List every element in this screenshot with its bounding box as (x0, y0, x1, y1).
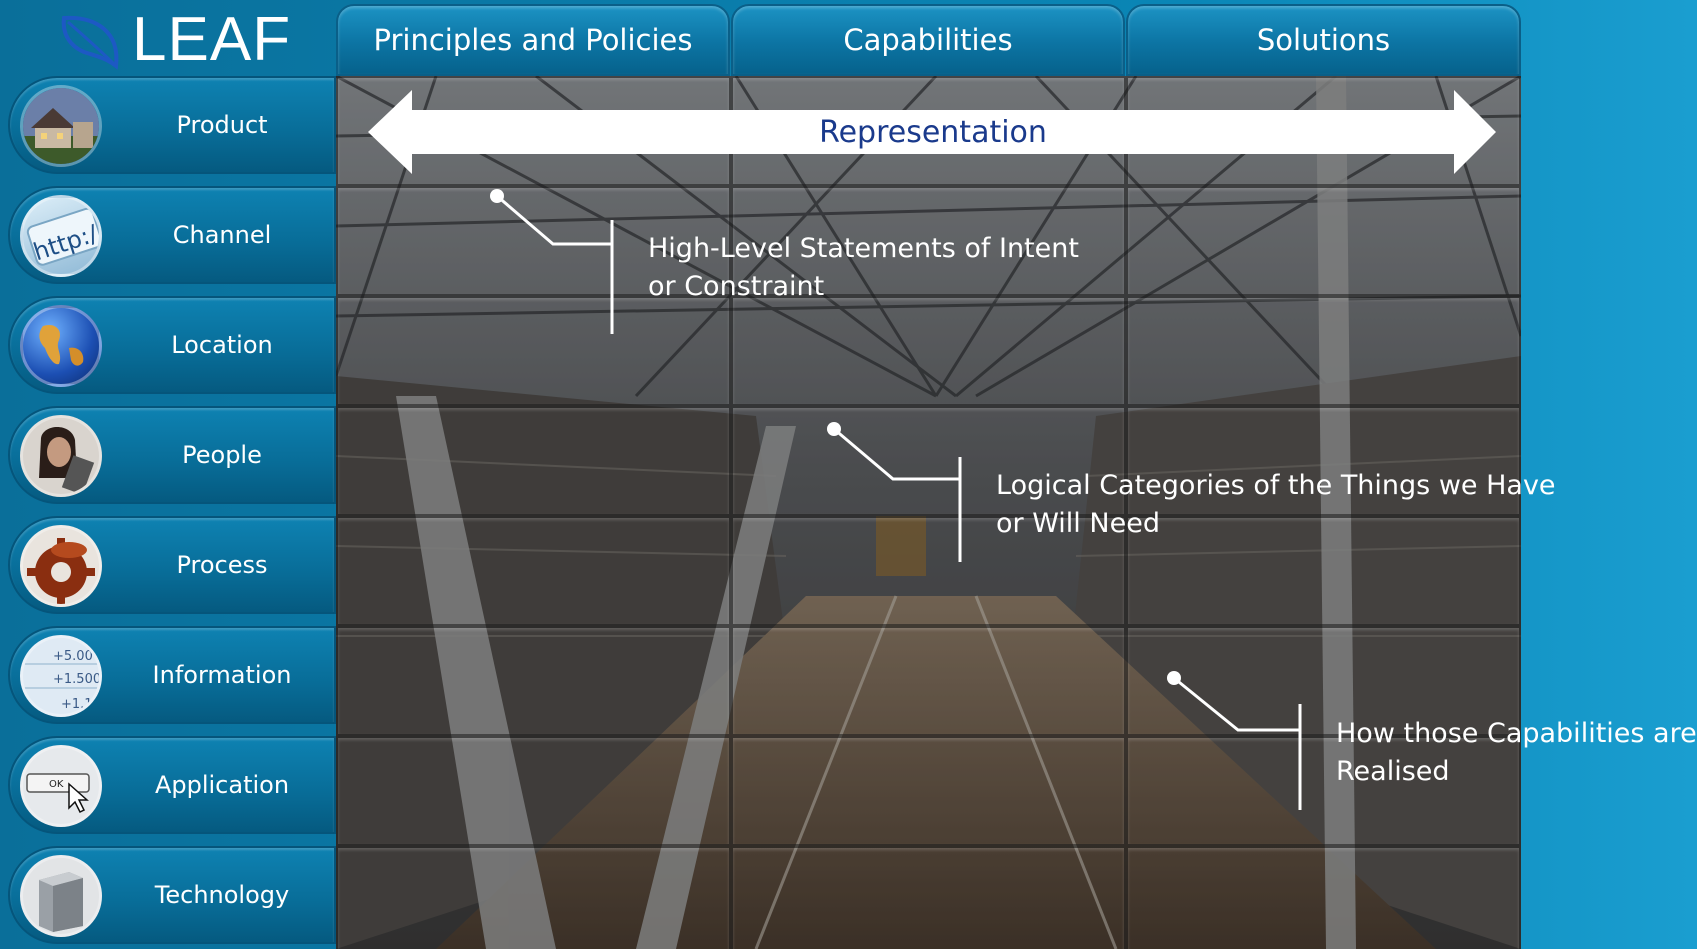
row-label: Information (152, 661, 292, 689)
ok-button-cursor-icon: OK (20, 745, 102, 827)
person-icon (20, 415, 102, 497)
row-header-technology: Technology (8, 846, 336, 944)
annotation-solutions: How those Capabilities are Realised (1336, 715, 1697, 791)
leaf-icon (61, 15, 119, 70)
annotation-line: or Will Need (996, 508, 1160, 539)
column-header-label: Capabilities (843, 23, 1013, 57)
globe-icon (20, 305, 102, 387)
brand-name: LEAF (132, 5, 292, 74)
gear-icon (20, 525, 102, 607)
ok-label: OK (49, 779, 64, 790)
row-label: Application (154, 771, 290, 799)
row-label: Channel (172, 221, 272, 249)
leaf-logo: LEAF (56, 8, 326, 72)
cell-value: +5.00 (53, 649, 93, 664)
annotation-line: How those Capabilities are (1336, 718, 1697, 749)
column-header-principles: Principles and Policies (336, 4, 730, 76)
row-label: Location (171, 331, 273, 359)
cell-value: +1.1 (61, 697, 93, 712)
cell-value: +1.500 (53, 672, 99, 687)
column-header-label: Solutions (1256, 23, 1391, 57)
row-label: Product (176, 111, 268, 139)
column-header-label: Principles and Policies (373, 23, 693, 57)
row-header-location: Location (8, 296, 336, 394)
row-header-product: Product (8, 76, 336, 174)
row-header-application: OK Application (8, 736, 336, 834)
row-label: Technology (154, 881, 290, 909)
column-header-solutions: Solutions (1126, 4, 1521, 76)
server-icon (20, 855, 102, 937)
row-header-channel: http:/ Channel (8, 186, 336, 284)
annotation-line: or Constraint (648, 271, 825, 302)
row-header-process: Process (8, 516, 336, 614)
http-icon: http:/ (20, 195, 102, 277)
row-label: People (182, 441, 262, 469)
annotation-line: Logical Categories of the Things we Have (996, 470, 1556, 501)
house-icon (20, 85, 102, 167)
spreadsheet-icon: +5.00 +1.500 +1.1 (20, 635, 102, 717)
row-header-people: People (8, 406, 336, 504)
annotation-line: Realised (1336, 756, 1450, 787)
annotation-capabilities: Logical Categories of the Things we Have… (996, 467, 1556, 543)
row-header-information: +5.00 +1.500 +1.1 Information (8, 626, 336, 724)
row-label: Process (176, 551, 268, 579)
annotation-line: High-Level Statements of Intent (648, 233, 1079, 264)
annotation-principles: High-Level Statements of Intent or Const… (648, 230, 1079, 306)
column-header-capabilities: Capabilities (731, 4, 1125, 76)
